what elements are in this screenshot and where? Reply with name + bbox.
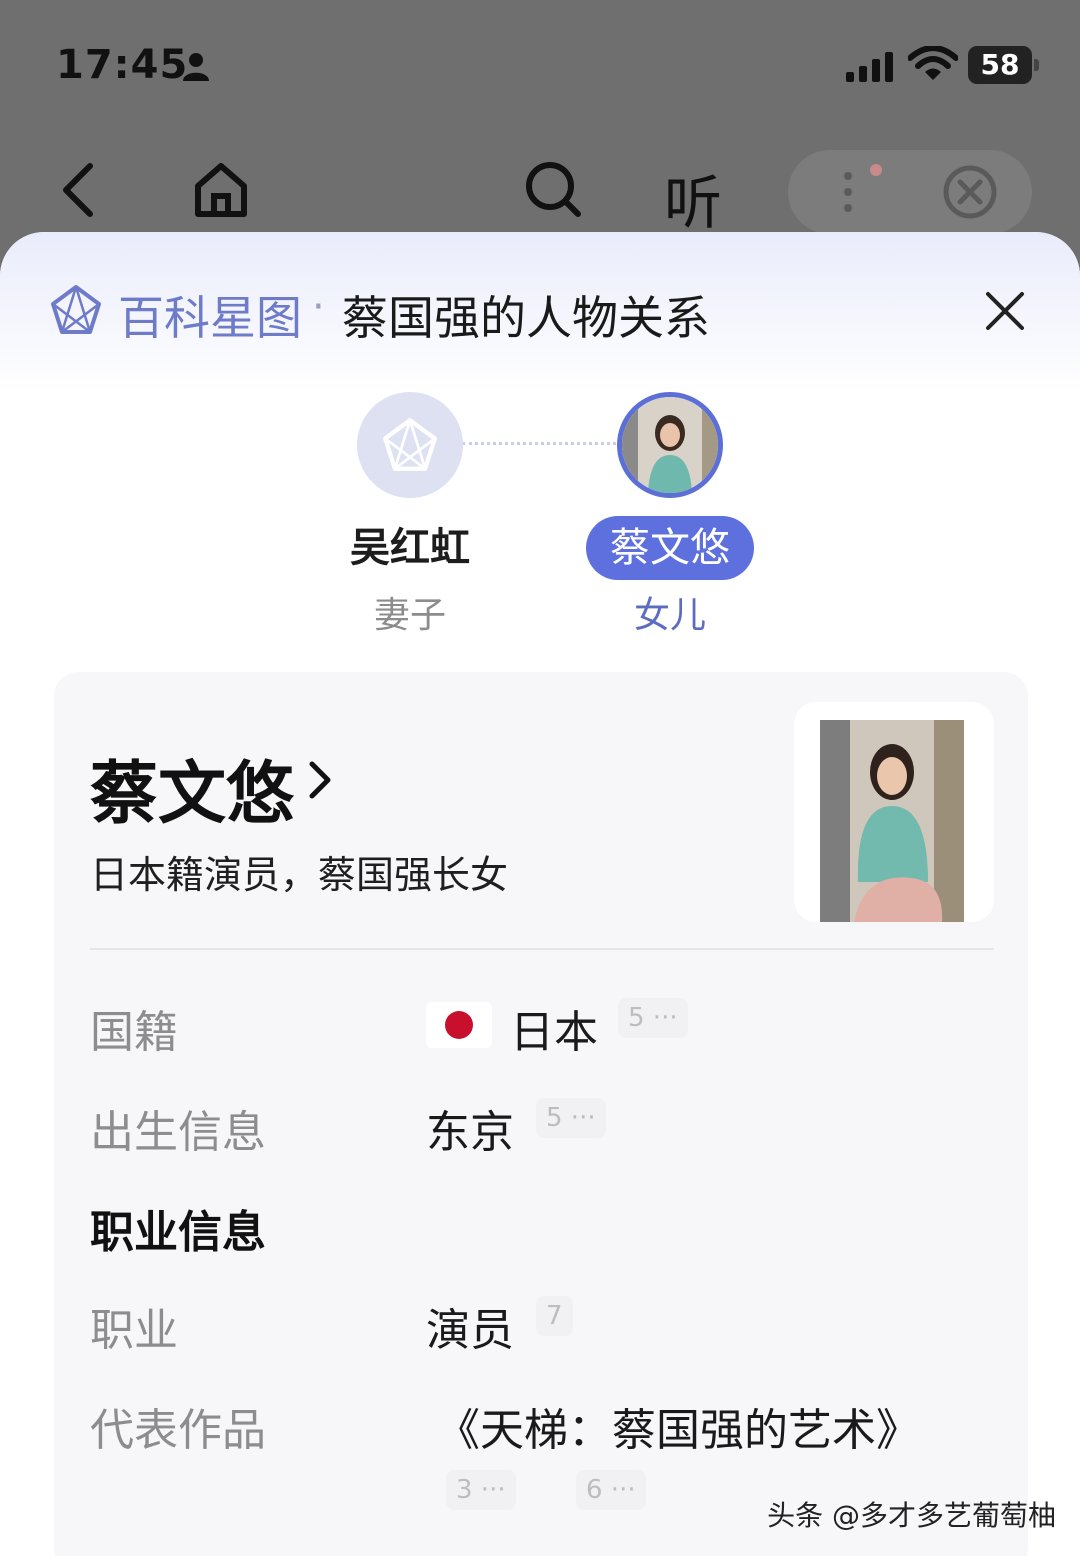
divider [90,948,994,950]
battery-icon: 58 [968,46,1039,84]
close-icon[interactable] [984,290,1026,332]
relation-name: 蔡文悠 [586,516,754,580]
section-title: 职业信息 [90,1207,266,1258]
relation-name: 吴红虹 [350,525,470,571]
reference-badge[interactable]: 3 ··· [446,1470,516,1510]
info-row-nationality: 国籍 日本 5 ··· [90,996,994,1076]
info-value: 日本 [510,1007,598,1058]
nav-bar: 听 [0,140,1080,240]
sheet-title: 蔡国强的人物关系 [342,291,710,345]
japan-flag-icon [426,1002,492,1048]
placeholder-star-icon [383,418,437,471]
info-label: 国籍 [90,1007,178,1058]
status-time: 17:45 [56,42,189,88]
person-icon [183,53,209,81]
mini-program-capsule [788,150,1032,234]
person-photo[interactable] [794,702,994,922]
relations-sheet: 百科星图 · 蔡国强的人物关系 吴红虹 妻子 蔡文悠 女儿 蔡文悠 日本籍演员，… [0,232,1080,1556]
section-career-info: 职业信息 [90,1196,994,1276]
status-bar: 17:45 58 [0,0,1080,130]
person-name-link[interactable]: 蔡文悠 [90,738,294,837]
photo-image [820,720,964,922]
reference-badge[interactable]: 5 ··· [536,1098,606,1138]
watermark: 头条 @多才多艺葡萄柚 [767,1499,1056,1532]
back-icon[interactable] [58,160,98,220]
star-map-icon [51,285,101,334]
person-photo-icon [622,397,718,493]
close-circle-icon[interactable] [940,162,1000,222]
signal-icon [846,52,893,82]
relation-node-daughter[interactable]: 蔡文悠 女儿 [540,392,800,638]
more-icon[interactable] [828,168,868,216]
info-row-occupation: 职业 演员 7 [90,1294,994,1374]
reference-badge[interactable]: 6 ··· [576,1470,646,1510]
notification-dot [870,164,882,176]
search-icon[interactable] [522,158,584,220]
info-value: 演员 [426,1305,514,1356]
sheet-header: 百科星图 · 蔡国强的人物关系 [0,232,1080,392]
info-label: 职业 [90,1305,178,1356]
person-description: 日本籍演员，蔡国强长女 [90,853,509,897]
info-value: 东京 [426,1107,514,1158]
avatar [357,392,463,498]
brand-name: 百科星图 [118,291,302,345]
chevron-right-icon[interactable] [308,758,332,802]
person-card: 蔡文悠 日本籍演员，蔡国强长女 国籍 日本 5 ··· 出生信息 东京 5 ··… [54,672,1028,1556]
title-separator: · [312,284,325,330]
reference-badge[interactable]: 5 ··· [618,998,688,1038]
wifi-icon [908,46,958,80]
relation-role: 妻子 [373,595,446,636]
home-icon[interactable] [190,158,252,220]
reference-badge[interactable]: 7 [536,1296,573,1336]
relation-node-wife[interactable]: 吴红虹 妻子 [280,392,540,638]
relation-role: 女儿 [633,595,706,636]
info-value-link[interactable]: 《天梯：蔡国强的艺术》 [436,1394,920,1458]
avatar [617,392,723,498]
info-label: 出生信息 [90,1107,266,1158]
info-row-birth: 出生信息 东京 5 ··· [90,1096,994,1176]
info-label: 代表作品 [90,1405,266,1456]
listen-button[interactable]: 听 [664,156,722,240]
